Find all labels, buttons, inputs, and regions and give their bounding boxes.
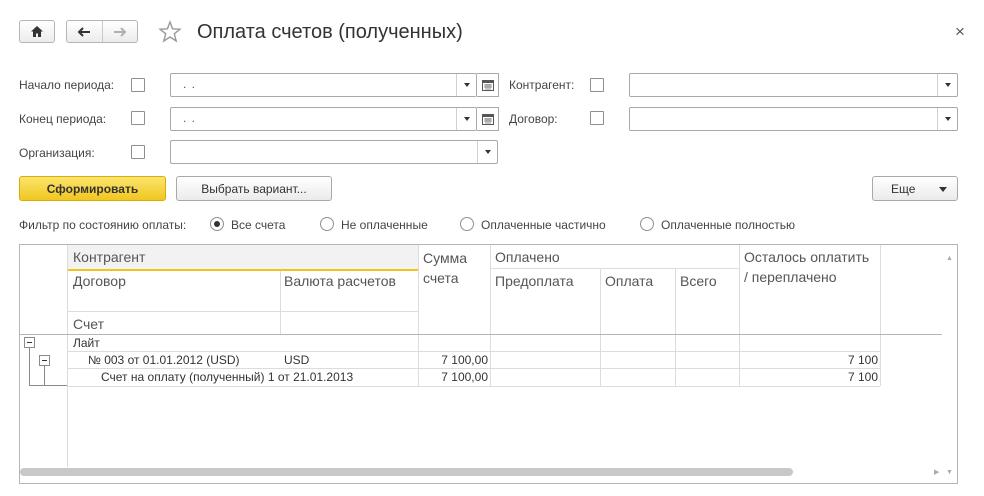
more-button-label: Еще [891,181,916,196]
scroll-up-icon[interactable]: ▲ [946,255,953,262]
header-payment[interactable]: Оплата [605,271,653,291]
organization-label: Организация: [19,146,95,160]
more-button[interactable]: Еще [872,176,958,201]
tree-connector [29,385,67,386]
radio-all-invoices[interactable] [210,217,224,231]
report-table[interactable]: Контрагент Договор Валюта расчетов Счет … [19,244,958,484]
header-remaining[interactable]: Осталось оплатить / переплачено [744,247,876,287]
table-row-currency[interactable]: USD [284,353,309,367]
chevron-down-icon[interactable] [456,108,476,130]
collapse-group-toggle[interactable] [24,337,35,348]
contract-checkbox[interactable] [590,111,604,125]
radio-all-invoices-label[interactable]: Все счета [231,218,285,232]
radio-fully-paid[interactable] [640,217,654,231]
chevron-down-icon[interactable] [477,141,497,163]
chevron-down-icon[interactable] [937,74,957,96]
organization-checkbox[interactable] [131,145,145,159]
header-invoice-sum[interactable]: Сумма счета [423,248,489,288]
contract-input[interactable] [629,107,958,131]
calendar-icon [481,113,494,125]
radio-fully-paid-label[interactable]: Оплаченные полностью [661,218,795,232]
counterparty-label: Контрагент: [509,78,575,92]
tree-connector [29,348,30,386]
tree-connector [44,366,45,386]
header-prepayment[interactable]: Предоплата [495,271,574,291]
home-icon [31,26,43,37]
back-button[interactable] [67,21,103,42]
payment-filter-label: Фильтр по состоянию оплаты: [19,218,187,232]
chevron-down-icon[interactable] [937,108,957,130]
history-nav [66,20,138,43]
table-row-contract[interactable]: № 003 от 01.01.2012 (USD) [88,353,240,367]
horizontal-scrollbar-thumb[interactable] [20,468,793,476]
header-invoice[interactable]: Счет [73,314,104,334]
header-currency[interactable]: Валюта расчетов [284,271,404,291]
counterparty-input[interactable] [629,73,958,97]
scroll-down-icon[interactable]: ▼ [946,469,953,476]
header-paid[interactable]: Оплачено [495,247,560,267]
period-start-checkbox[interactable] [131,78,145,92]
period-start-value: . . [183,77,197,91]
period-end-calendar-button[interactable] [477,107,499,131]
favorite-star[interactable] [158,20,182,47]
table-row-counterparty[interactable]: Лайт [73,336,100,350]
table-row-remaining[interactable]: 7 100 [740,370,878,384]
period-end-input[interactable]: . . [170,107,477,131]
period-start-calendar-button[interactable] [477,73,499,97]
chevron-down-icon [939,187,947,192]
radio-unpaid[interactable] [320,217,334,231]
organization-input[interactable] [170,140,498,164]
calendar-icon [481,79,494,91]
table-row-sum[interactable]: 7 100,00 [420,353,488,367]
forward-button[interactable] [103,21,138,42]
chevron-down-icon[interactable] [456,74,476,96]
radio-partially-paid-label[interactable]: Оплаченные частично [481,218,606,232]
period-end-value: . . [183,111,197,125]
counterparty-checkbox[interactable] [590,78,604,92]
scroll-right-icon[interactable]: ▶ [934,468,939,476]
close-icon[interactable]: × [955,22,965,42]
radio-partially-paid[interactable] [460,217,474,231]
period-end-checkbox[interactable] [131,111,145,125]
radio-unpaid-label[interactable]: Не оплаченные [341,218,428,232]
arrow-right-icon [113,26,127,37]
period-end-label: Конец периода: [19,112,107,126]
generate-button[interactable]: Сформировать [19,176,166,201]
table-row-invoice[interactable]: Счет на оплату (полученный) 1 от 21.01.2… [101,370,353,384]
contract-label: Договор: [509,112,558,126]
header-total[interactable]: Всего [680,271,717,291]
home-button[interactable] [19,20,55,43]
star-icon [158,20,182,43]
arrow-left-icon [77,26,91,37]
page-title: Оплата счетов (полученных) [197,21,463,43]
header-counterparty[interactable]: Контрагент [73,247,145,267]
header-contract[interactable]: Договор [73,271,126,291]
collapse-group-toggle[interactable] [39,355,50,366]
table-row-remaining[interactable]: 7 100 [740,353,878,367]
period-start-input[interactable]: . . [170,73,477,97]
period-start-label: Начало периода: [19,78,115,92]
select-variant-button[interactable]: Выбрать вариант... [176,176,332,201]
table-row-sum[interactable]: 7 100,00 [420,370,488,384]
